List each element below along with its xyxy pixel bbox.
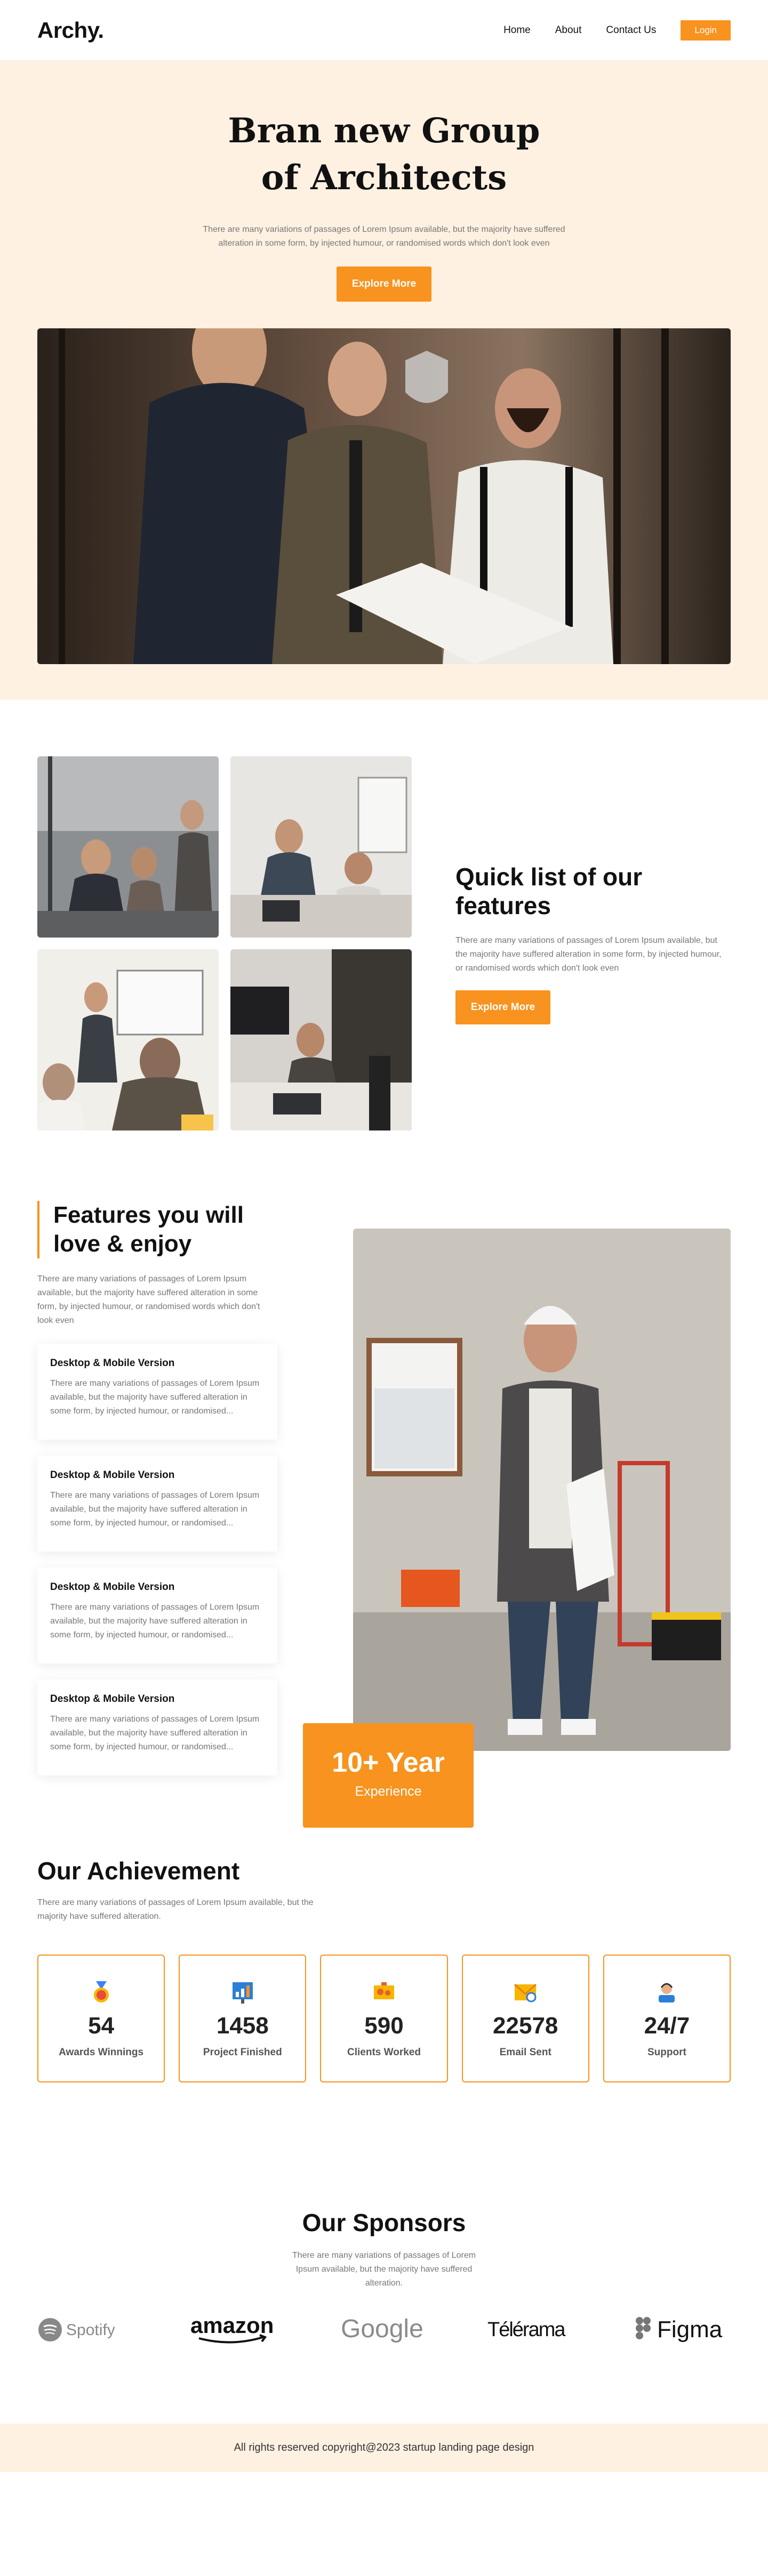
meeting-photo bbox=[37, 756, 219, 938]
quick-explore-button[interactable]: Explore More bbox=[455, 990, 550, 1024]
presentation-photo bbox=[37, 949, 219, 1130]
feature-card-title: Desktop & Mobile Version bbox=[50, 1693, 175, 1705]
sponsors-title: Our Sponsors bbox=[302, 2209, 466, 2236]
hero-explore-button[interactable]: Explore More bbox=[337, 267, 431, 302]
copyright-text: All rights reserved copyright@2023 start… bbox=[234, 2442, 534, 2453]
features-intro: There are many variations of passages of… bbox=[37, 1274, 260, 1325]
feature-card[interactable]: Desktop & Mobile Version There are many … bbox=[37, 1456, 277, 1552]
laptop-work-photo bbox=[230, 949, 412, 1130]
hero-photo-illustration bbox=[37, 328, 731, 664]
features-section: Features you will love & enjoy There are… bbox=[0, 1185, 768, 1856]
stat-label: Support bbox=[647, 2047, 686, 2058]
sponsor-logo-amazon[interactable]: amazon bbox=[188, 2314, 279, 2346]
site-footer: All rights reserved copyright@2023 start… bbox=[0, 2424, 768, 2472]
feature-card-text: There are many variations of passages of… bbox=[50, 1603, 260, 1640]
stat-value: 22578 bbox=[493, 2013, 558, 2039]
hero-title: Bran new Group of Architects bbox=[228, 111, 540, 198]
sponsor-logo-figma[interactable]: Figma bbox=[633, 2314, 731, 2346]
chart-board-icon bbox=[229, 1982, 256, 2008]
hero-section: Bran new Group of Architects There are m… bbox=[0, 61, 768, 700]
quick-list-section: Quick list of our features There are man… bbox=[0, 700, 768, 1185]
stat-label: Clients Worked bbox=[347, 2047, 421, 2058]
amazon-logo-icon: amazon bbox=[190, 2314, 274, 2344]
feature-card-title: Desktop & Mobile Version bbox=[50, 1358, 175, 1369]
nav-link-home[interactable]: Home bbox=[503, 25, 531, 36]
feature-card[interactable]: Desktop & Mobile Version There are many … bbox=[37, 1679, 277, 1775]
stats-row: 54 Awards Winnings 1458 Project Finished… bbox=[37, 1955, 731, 2082]
sponsor-logos: Spotify amazon Google Télérama Figma bbox=[37, 2314, 731, 2346]
stat-card-projects: 1458 Project Finished bbox=[179, 1955, 307, 2082]
stat-value: 24/7 bbox=[644, 2013, 690, 2039]
experience-label: Experience bbox=[355, 1784, 422, 1799]
top-navigation: Archy. Home About Contact Us Login bbox=[0, 0, 768, 61]
stat-value: 54 bbox=[88, 2013, 115, 2039]
sponsors-intro: There are many variations of passages of… bbox=[292, 2251, 476, 2288]
nav-menu: Home About Contact Us Login bbox=[503, 20, 731, 41]
quick-list-title: Quick list of our features bbox=[455, 863, 643, 919]
stat-card-support: 24/7 Support bbox=[603, 1955, 731, 2082]
feature-card-title: Desktop & Mobile Version bbox=[50, 1469, 175, 1481]
world-map-icon bbox=[371, 1982, 397, 2008]
sponsor-logo-google[interactable]: Google bbox=[340, 2314, 425, 2346]
amazon-wordmark: amazon bbox=[190, 2314, 274, 2338]
photo-grid bbox=[37, 756, 412, 1130]
login-button[interactable]: Login bbox=[681, 20, 731, 41]
figma-wordmark: Figma bbox=[657, 2316, 723, 2343]
stat-value: 590 bbox=[364, 2013, 404, 2039]
feature-card-text: There are many variations of passages of… bbox=[50, 1491, 260, 1528]
features-content: Features you will love & enjoy There are… bbox=[37, 1201, 277, 1775]
sponsors-section: Our Sponsors There are many variations o… bbox=[0, 2208, 768, 2424]
achievement-section: Our Achievement There are many variation… bbox=[0, 1856, 768, 2208]
stat-label: Project Finished bbox=[203, 2047, 282, 2058]
feature-card[interactable]: Desktop & Mobile Version There are many … bbox=[37, 1568, 277, 1664]
support-agent-icon bbox=[653, 1983, 680, 2008]
feature-card-text: There are many variations of passages of… bbox=[50, 1715, 260, 1751]
stat-label: Awards Winnings bbox=[59, 2047, 144, 2058]
experience-badge: 10+ Year Experience bbox=[303, 1723, 474, 1828]
hero-subtitle: There are many variations of passages of… bbox=[203, 225, 565, 248]
site-logo[interactable]: Archy. bbox=[37, 18, 104, 43]
quick-list-description: There are many variations of passages of… bbox=[455, 936, 722, 973]
telerama-logo-icon: Télérama bbox=[487, 2319, 567, 2341]
stat-card-email: 22578 Email Sent bbox=[461, 1955, 589, 2082]
feature-card-title: Desktop & Mobile Version bbox=[50, 1581, 175, 1593]
envelope-icon bbox=[512, 1983, 539, 2008]
spotify-wordmark: Spotify bbox=[66, 2321, 115, 2339]
figma-logo-icon: Figma bbox=[636, 2316, 723, 2343]
medal-icon bbox=[88, 1981, 115, 2008]
telerama-wordmark: Télérama bbox=[487, 2319, 566, 2341]
features-title: Features you will love & enjoy bbox=[53, 1202, 244, 1257]
stat-label: Email Sent bbox=[499, 2047, 551, 2058]
feature-card[interactable]: Desktop & Mobile Version There are many … bbox=[37, 1344, 277, 1440]
google-wordmark: Google bbox=[341, 2315, 423, 2343]
experience-years: 10+ Year bbox=[332, 1747, 445, 1778]
stat-card-awards: 54 Awards Winnings bbox=[37, 1955, 165, 2082]
nav-link-contact[interactable]: Contact Us bbox=[606, 25, 656, 36]
nav-link-about[interactable]: About bbox=[555, 25, 582, 36]
quick-list-text: Quick list of our features There are man… bbox=[455, 862, 727, 1024]
desk-work-photo bbox=[230, 756, 412, 938]
features-heading-block: Features you will love & enjoy bbox=[37, 1201, 277, 1258]
spotify-logo-icon: Spotify bbox=[38, 2318, 115, 2341]
achievement-title: Our Achievement bbox=[37, 1857, 240, 1885]
hero-team-photo bbox=[37, 328, 731, 664]
sponsor-logo-telerama[interactable]: Télérama bbox=[486, 2314, 572, 2346]
sponsor-logo-spotify[interactable]: Spotify bbox=[37, 2314, 127, 2346]
architect-photo bbox=[353, 1229, 731, 1751]
feature-card-text: There are many variations of passages of… bbox=[50, 1379, 260, 1416]
stat-value: 1458 bbox=[216, 2013, 269, 2039]
achievement-intro: There are many variations of passages of… bbox=[37, 1898, 314, 1921]
stat-card-clients: 590 Clients Worked bbox=[320, 1955, 448, 2082]
google-logo-icon: Google bbox=[341, 2315, 423, 2343]
